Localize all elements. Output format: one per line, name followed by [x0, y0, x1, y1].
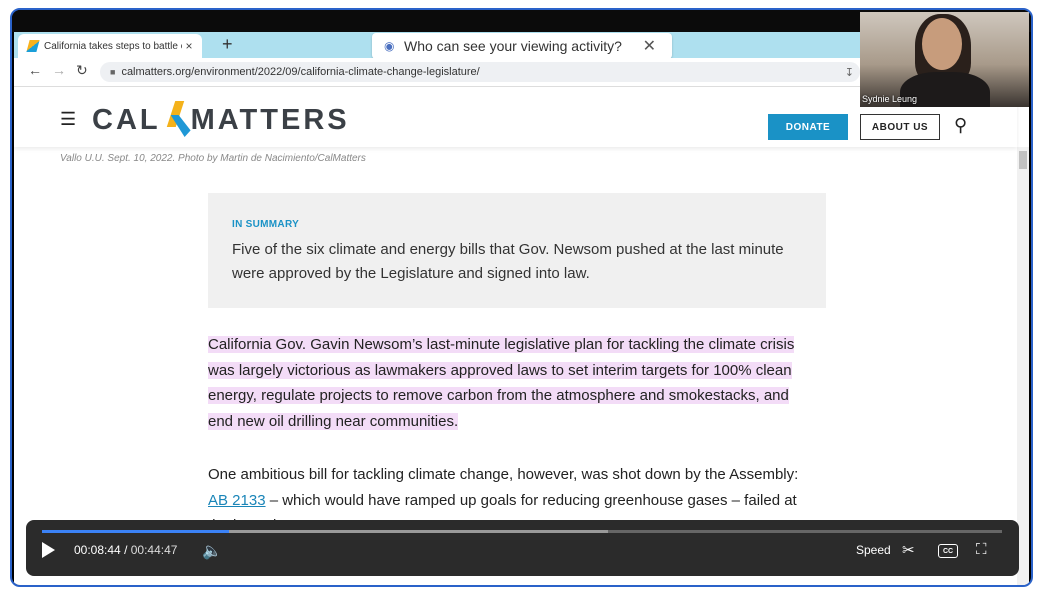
summary-text: Five of the six climate and energy bills… [232, 241, 784, 282]
seek-progress [42, 530, 230, 533]
about-us-button[interactable]: ABOUT US [860, 114, 940, 140]
scrollbar-thumb[interactable] [1019, 151, 1027, 169]
page-scrollbar[interactable] [1017, 147, 1029, 585]
web-page: ☰ CAL MATTERS DONATE ABOUT US ⚲ Vallo U.… [14, 87, 1029, 585]
calmatters-favicon-icon [26, 40, 40, 52]
browser-tab[interactable]: California takes steps to battle cli × [18, 34, 202, 58]
webcam-video-feed: Sydnie Leung [860, 12, 1029, 107]
current-time: 00:08:44 [74, 543, 121, 557]
download-icon[interactable]: ↧ [845, 66, 854, 79]
paragraph-text-before: One ambitious bill for tackling climate … [208, 466, 799, 483]
donate-button[interactable]: DONATE [768, 114, 848, 140]
summary-label: IN SUMMARY [232, 219, 300, 230]
logo-text-left: CAL [92, 103, 161, 136]
back-arrow-icon[interactable]: ← [28, 62, 42, 78]
seek-bar[interactable] [42, 530, 1002, 533]
viewing-activity-popup: ◉ Who can see your viewing activity? ✕ [372, 33, 672, 59]
fullscreen-icon[interactable]: ⛶ [976, 541, 987, 558]
url-text: calmatters.org/environment/2022/09/calif… [121, 66, 480, 78]
logo-mark-icon [165, 101, 191, 139]
reload-icon[interactable]: ↻ [76, 62, 88, 79]
closed-captions-icon[interactable]: CC [938, 544, 958, 558]
logo-text-right: MATTERS [190, 103, 350, 136]
forward-arrow-icon[interactable]: → [52, 62, 66, 78]
person-lock-icon: ◉ [384, 39, 395, 53]
url-field[interactable]: ■ calmatters.org/environment/2022/09/cal… [100, 62, 860, 82]
ab-2133-link[interactable]: AB 2133 [208, 492, 266, 509]
speed-button[interactable]: Speed [856, 543, 891, 557]
popup-title: Who can see your viewing activity? [404, 38, 622, 54]
highlighted-text: California Gov. Gavin Newsom’s last-minu… [208, 336, 795, 430]
popup-close-button[interactable]: ✕ [643, 36, 656, 56]
photo-caption: Vallo U.U. Sept. 10, 2022. Photo by Mart… [60, 153, 366, 164]
tab-close-icon[interactable]: × [182, 39, 196, 53]
calmatters-logo[interactable]: CAL MATTERS [92, 101, 350, 139]
tab-title: California takes steps to battle cli [44, 40, 182, 52]
summary-box: IN SUMMARY Five of the six climate and e… [208, 193, 826, 308]
hamburger-menu-icon[interactable]: ☰ [60, 109, 76, 130]
new-tab-button[interactable]: + [222, 34, 233, 55]
time-separator: / [124, 543, 128, 557]
lock-icon: ■ [110, 67, 116, 77]
time-display: 00:08:44 / 00:44:47 [74, 543, 177, 557]
volume-icon[interactable]: 🔈 [202, 541, 222, 561]
duration: 00:44:47 [130, 543, 178, 557]
search-icon[interactable]: ⚲ [954, 115, 967, 136]
video-player-controls: 00:08:44 / 00:44:47 🔈 Speed ✂ CC ⛶ [26, 520, 1019, 576]
play-icon[interactable] [42, 542, 55, 558]
scissors-clip-icon[interactable]: ✂ [902, 541, 915, 559]
participant-name: Sydnie Leung [862, 94, 918, 104]
article-paragraph-highlighted: California Gov. Gavin Newsom’s last-minu… [208, 332, 808, 434]
